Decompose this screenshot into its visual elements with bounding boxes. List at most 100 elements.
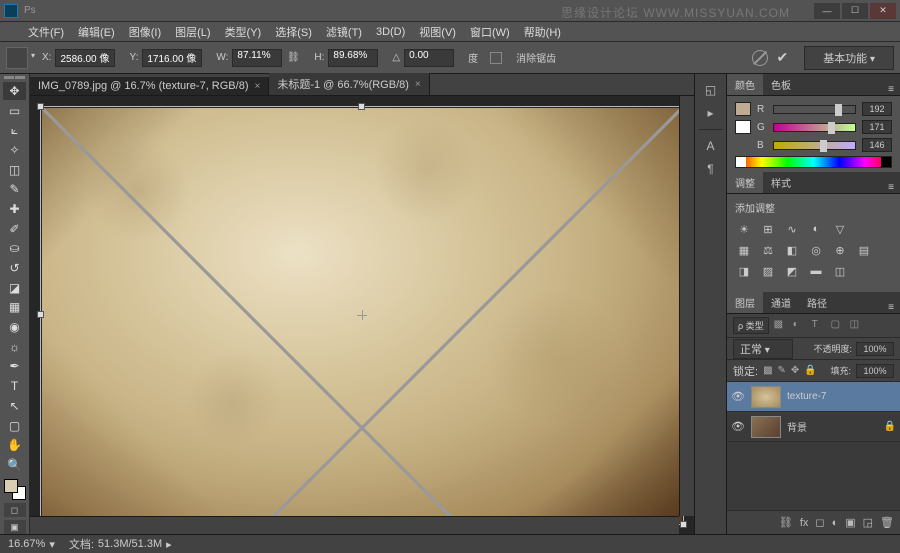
close-button[interactable]: ✕ [870,3,896,19]
tab-paths[interactable]: 路径 [799,292,835,313]
lock-pos-icon[interactable]: ✥ [791,365,799,376]
canvas[interactable] [42,108,682,523]
menu-window[interactable]: 窗口(W) [464,22,516,42]
close-tab-icon[interactable]: × [415,79,421,90]
chevron-right-icon[interactable]: ▸ [166,538,172,551]
fx-icon[interactable]: fx [800,517,809,529]
quickmask-button[interactable]: ◻ [4,503,26,517]
para-panel-icon[interactable]: ¶ [700,159,722,179]
visibility-icon[interactable]: 👁 [731,420,745,433]
minimize-button[interactable]: — [814,3,840,19]
canvas-zone[interactable] [30,96,694,534]
selective-icon[interactable]: ◫ [831,263,849,279]
visibility-icon[interactable]: 👁 [731,390,745,403]
commit-transform-icon[interactable]: ✔ [776,49,788,66]
heal-tool[interactable]: ✚ [3,200,26,219]
balance-icon[interactable]: ⚖ [759,242,777,258]
fill-input[interactable]: 100% [856,364,894,378]
mask-icon[interactable]: ◻ [815,516,824,529]
zoom-tool[interactable]: 🔍 [3,456,26,475]
layer-name[interactable]: 背景 [787,419,878,434]
crop-tool[interactable]: ◫ [3,160,26,179]
cancel-transform-icon[interactable] [752,50,768,66]
filter-pixel-icon[interactable]: ▩ [774,319,788,333]
menu-view[interactable]: 视图(V) [413,22,462,42]
filter-shape-icon[interactable]: ▢ [831,319,845,333]
menu-select[interactable]: 选择(S) [269,22,318,42]
b-slider[interactable] [773,141,856,150]
link-wh-icon[interactable]: ⛓ [286,51,300,65]
tab-adjustments[interactable]: 调整 [727,172,763,193]
doc-tab-0[interactable]: IMG_0789.jpg @ 16.7% (texture-7, RGB/8)× [30,77,269,95]
history-brush-tool[interactable]: ↺ [3,259,26,278]
tab-channels[interactable]: 通道 [763,292,799,313]
chevron-down-icon[interactable]: ▾ [49,538,55,551]
r-slider[interactable] [773,105,856,114]
menu-edit[interactable]: 编辑(E) [72,22,121,42]
move-tool[interactable]: ✥ [3,82,26,101]
workspace-button[interactable]: 基本功能 ▾ [804,46,894,70]
r-value[interactable]: 192 [862,102,892,116]
group-icon[interactable]: ▣ [845,516,855,529]
layer-row[interactable]: 👁 texture-7 [727,382,900,412]
y-input[interactable]: 1716.00 像 [142,49,202,67]
dodge-tool[interactable]: ☼ [3,337,26,356]
close-tab-icon[interactable]: × [254,81,260,92]
tab-color[interactable]: 颜色 [727,74,763,95]
lasso-tool[interactable]: ⟀ [3,121,26,140]
blend-mode-select[interactable]: 正常 ▾ [733,339,793,359]
horizontal-scrollbar[interactable] [30,516,679,534]
zoom-value[interactable]: 16.67% [8,538,45,550]
antialias-checkbox[interactable] [490,52,502,64]
tab-layers[interactable]: 图层 [727,292,763,313]
brush-tool[interactable]: ✐ [3,219,26,238]
hue-strip[interactable] [735,156,892,168]
foreground-color[interactable] [4,479,18,493]
opacity-input[interactable]: 100% [856,342,894,356]
tools-grip-icon[interactable] [4,76,25,79]
hue-icon[interactable]: ▦ [735,242,753,258]
path-tool[interactable]: ↖ [3,397,26,416]
g-value[interactable]: 171 [862,120,892,134]
brightness-icon[interactable]: ☀ [735,221,753,237]
threshold-icon[interactable]: ◩ [783,263,801,279]
screenmode-button[interactable]: ▣ [4,520,26,534]
fg-swatch[interactable] [735,102,751,116]
menu-help[interactable]: 帮助(H) [518,22,567,42]
gradient-map-icon[interactable]: ▬ [807,263,825,279]
pen-tool[interactable]: ✒ [3,357,26,376]
posterize-icon[interactable]: ▨ [759,263,777,279]
gradient-tool[interactable]: ▦ [3,298,26,317]
menu-image[interactable]: 图像(I) [123,22,167,42]
eraser-tool[interactable]: ◪ [3,278,26,297]
panel-menu-icon[interactable]: ≡ [882,84,900,95]
menu-file[interactable]: 文件(F) [22,22,70,42]
shape-tool[interactable]: ▢ [3,416,26,435]
layer-thumbnail[interactable] [751,416,781,438]
exposure-icon[interactable]: ◐ [807,221,825,237]
filter-type-icon[interactable]: T [812,319,826,333]
w-input[interactable]: 87.11% [232,49,282,67]
menu-filter[interactable]: 滤镜(T) [320,22,368,42]
actions-panel-icon[interactable]: ▸ [700,103,722,123]
panel-menu-icon[interactable]: ≡ [882,182,900,193]
tab-swatches[interactable]: 色板 [763,74,799,95]
layer-thumbnail[interactable] [751,386,781,408]
angle-input[interactable]: 0.00 [404,49,454,67]
color-swatches[interactable] [4,479,26,501]
invert-icon[interactable]: ◨ [735,263,753,279]
wand-tool[interactable]: ✧ [3,141,26,160]
menu-layer[interactable]: 图层(L) [169,22,216,42]
type-tool[interactable]: T [3,377,26,396]
transform-anchor-icon[interactable] [6,47,28,69]
tab-styles[interactable]: 样式 [763,172,799,193]
levels-icon[interactable]: ⊞ [759,221,777,237]
fill-adjust-icon[interactable]: ◐ [832,517,839,529]
link-layers-icon[interactable]: ⛓ [779,516,793,529]
char-panel-icon[interactable]: A [700,136,722,156]
photo-filter-icon[interactable]: ◎ [807,242,825,258]
mixer-icon[interactable]: ⊕ [831,242,849,258]
new-layer-icon[interactable]: ◲ [863,516,873,529]
vibrance-icon[interactable]: ▽ [831,221,849,237]
doc-tab-1[interactable]: 未标题-1 @ 66.7%(RGB/8)× [269,73,429,95]
